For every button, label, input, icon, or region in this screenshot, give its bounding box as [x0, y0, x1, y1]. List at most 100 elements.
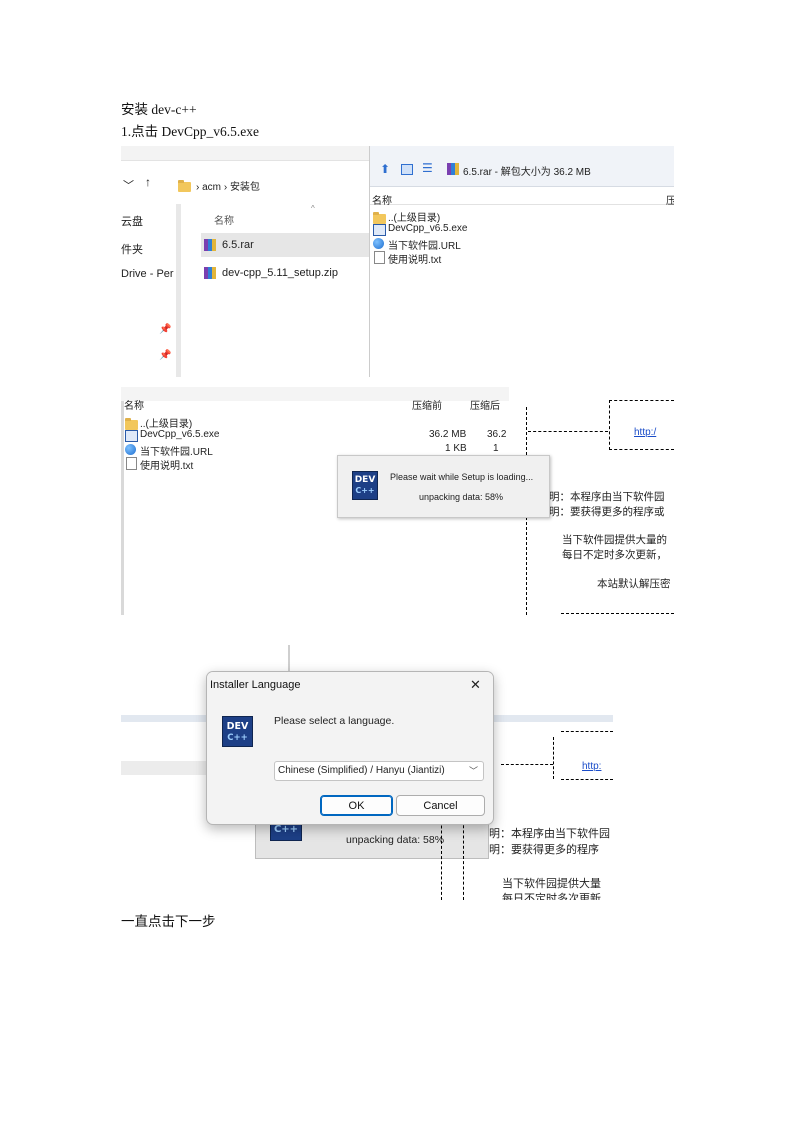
up-icon[interactable]: ⬆ [380, 162, 390, 176]
ascii-border [609, 400, 610, 450]
file-row[interactable]: dev-cpp_5.11_setup.zip [201, 262, 369, 284]
ascii-border [528, 431, 608, 432]
ascii-border [561, 731, 613, 732]
language-select[interactable]: Chinese (Simplified) / Hanyu (Jiantizi) … [274, 761, 484, 781]
notice-line: 明：本程序由当下软件园 [489, 828, 610, 840]
notice-line: 当下软件园提供大量的 [562, 534, 667, 546]
ascii-border [501, 764, 553, 765]
table-row[interactable]: ..(上级目录) [125, 415, 509, 430]
site-link[interactable]: http: [582, 761, 601, 772]
loading-message: Please wait while Setup is loading... [390, 472, 534, 482]
exe-icon [125, 430, 138, 442]
ascii-border [561, 779, 613, 780]
language-prompt: Please select a language. [274, 715, 395, 727]
zip-icon [204, 267, 216, 279]
file-name: 6.5.rar [222, 239, 254, 251]
chevron-down-icon[interactable]: ﹀ [469, 764, 478, 777]
column-after[interactable]: 压缩后 [470, 397, 500, 412]
item-label: DevCpp_v6.5.exe [388, 223, 468, 234]
row-name: 当下软件园.URL [140, 447, 213, 458]
notice-line: 每日不定时多次更新， [562, 549, 667, 561]
doc-heading: 安装 dev-c++ [121, 102, 197, 117]
explorer-window: ﹀ ↑ › acm › 安装包 云盘 件夹 Drive - Per 📌 📌 名称… [121, 146, 369, 377]
site-link[interactable]: http:/ [634, 427, 656, 438]
column-before[interactable]: 压缩前 [412, 397, 442, 412]
row-name: 使用说明.txt [140, 461, 194, 472]
row-name: DevCpp_v6.5.exe [140, 429, 220, 440]
notice-line: 明：要获得更多的程序或 [549, 506, 665, 518]
window-edge [121, 387, 124, 615]
column-name[interactable]: 名称 [124, 397, 144, 412]
notice-line: 明：要获得更多的程序 [489, 844, 599, 856]
text-file-icon [126, 457, 137, 470]
breadcrumb-item[interactable]: 安装包 [230, 182, 260, 193]
notice-line: 每日不定时多次更新 [502, 893, 601, 900]
devcpp-logo-icon: DEV C++ [222, 716, 253, 747]
cancel-button[interactable]: Cancel [396, 795, 485, 816]
row-before: 1 KB [445, 443, 467, 454]
devcpp-logo-icon: DEV C++ [352, 471, 378, 500]
rar-icon [204, 239, 216, 251]
close-icon[interactable]: ✕ [470, 677, 481, 693]
notice-line: 明：本程序由当下软件园 [549, 491, 665, 503]
rar-icon [447, 163, 459, 175]
archive-item[interactable]: ..(上级目录) [373, 209, 573, 224]
dialog-title: Installer Language [210, 679, 301, 691]
screenshot-explorer: ﹀ ↑ › acm › 安装包 云盘 件夹 Drive - Per 📌 📌 名称… [121, 146, 674, 377]
screenshot-loading: 名称 压缩前 压缩后 ..(上级目录) DevCpp_v6.5.exe 36.2… [121, 387, 674, 615]
table-row[interactable]: DevCpp_v6.5.exe 36.2 MB 36.2 [125, 429, 509, 442]
column-header-bar: 名称 压缩前 压缩后 [121, 387, 509, 412]
pin-icon[interactable]: 📌 [159, 324, 171, 335]
bg-divider [288, 645, 290, 672]
archive-item[interactable]: 当下软件园.URL [373, 237, 573, 252]
language-selected-value: Chinese (Simplified) / Hanyu (Jiantizi) [278, 765, 445, 776]
archive-window-top: ⬆ ☰ 6.5.rar - 解包大小为 36.2 MB 名称 压 ..(上级目录… [369, 146, 674, 377]
archive-item[interactable]: DevCpp_v6.5.exe [373, 223, 573, 236]
unpacking-status: unpacking data: 58% [346, 834, 445, 846]
archive-item[interactable]: 使用说明.txt [373, 251, 573, 266]
explorer-title-strip [121, 146, 369, 161]
up-arrow-icon[interactable]: ↑ [145, 175, 151, 189]
notice-line: 当下软件园提供大量 [502, 878, 601, 890]
row-name: ..(上级目录) [140, 419, 193, 430]
ascii-border [463, 815, 464, 900]
ascii-border [609, 449, 674, 450]
screenshot-language: C++ unpacking data: 58% http: 明：本程序由当下软件… [121, 645, 613, 900]
sort-arrow-icon: ^ [311, 204, 315, 213]
breadcrumb: › acm › 安装包 [196, 182, 260, 193]
exe-icon [373, 224, 386, 236]
unpacking-status: unpacking data: 58% [419, 492, 504, 502]
ascii-border [553, 737, 554, 779]
notice-line: 本站默认解压密 [597, 578, 671, 590]
list-icon[interactable]: ☰ [422, 161, 433, 175]
folder-icon [178, 180, 191, 192]
breadcrumb-item[interactable]: acm [202, 182, 221, 193]
doc-step-1: 1.点击 DevCpp_v6.5.exe [121, 124, 259, 139]
file-row-selected[interactable]: 6.5.rar [201, 233, 369, 257]
column-size[interactable]: 压 [666, 192, 674, 207]
file-name: dev-cpp_5.11_setup.zip [222, 267, 338, 279]
row-before: 36.2 MB [429, 429, 467, 440]
column-header-name[interactable]: 名称 [214, 212, 234, 227]
chevron-down-icon[interactable]: ﹀ [123, 177, 134, 193]
installer-language-dialog: Installer Language ✕ DEV C++ Please sele… [206, 671, 494, 825]
nav-item-cloud[interactable]: 云盘 [121, 213, 143, 229]
pin-icon[interactable]: 📌 [159, 350, 171, 361]
setup-loading-dialog: DEV C++ Please wait while Setup is loadi… [337, 455, 550, 518]
globe-icon [125, 444, 136, 455]
doc-closing: 一直点击下一步 [121, 914, 216, 929]
archive-title: 6.5.rar - 解包大小为 36.2 MB [463, 167, 591, 178]
bg-row [121, 761, 211, 775]
item-label: 使用说明.txt [388, 255, 442, 266]
item-label: ..(上级目录) [388, 213, 441, 224]
column-name[interactable]: 名称 [372, 192, 392, 207]
view-icon[interactable] [401, 164, 413, 175]
ok-button[interactable]: OK [320, 795, 393, 816]
row-after: 36.2 [487, 429, 507, 440]
nav-item-folder[interactable]: 件夹 [121, 241, 143, 257]
ascii-border [609, 400, 674, 401]
nav-scrollbar[interactable] [176, 204, 181, 377]
nav-item-onedrive[interactable]: Drive - Per [121, 268, 174, 280]
row-after: 1 [493, 443, 499, 454]
globe-icon [373, 238, 384, 249]
